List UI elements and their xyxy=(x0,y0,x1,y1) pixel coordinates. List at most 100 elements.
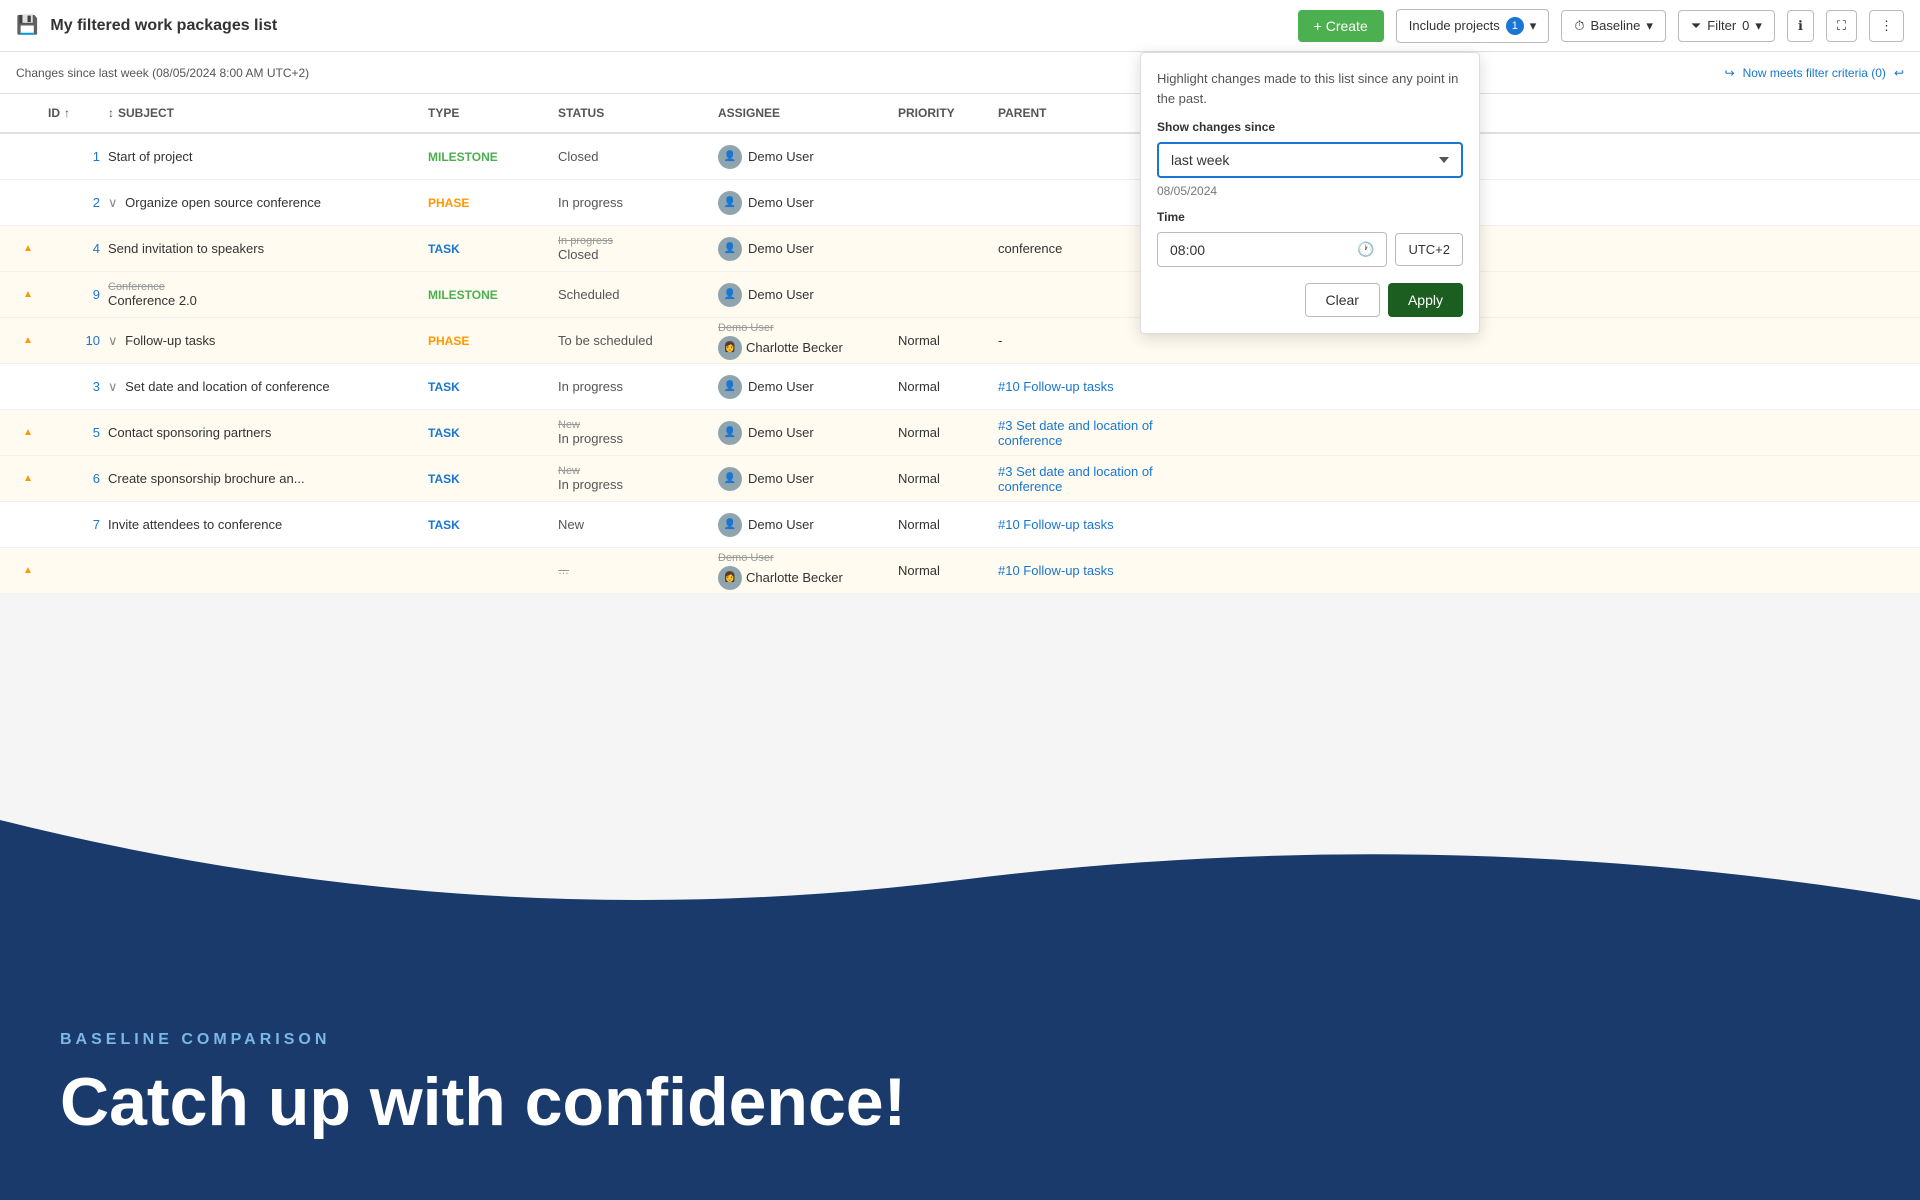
row-status: Closed xyxy=(558,149,718,164)
expand-icon[interactable]: ∨ xyxy=(108,333,118,348)
row-type: TASK xyxy=(428,426,558,440)
now-meets-label: Now meets filter criteria (0) xyxy=(1743,66,1886,80)
change-indicator-icon: ▲ xyxy=(23,289,33,300)
col-header-subject[interactable]: ↕ SUBJECT xyxy=(108,106,428,120)
old-assignee: Demo User xyxy=(718,322,774,334)
avatar: 👩 xyxy=(718,566,742,590)
row-status: In progress xyxy=(558,379,718,394)
row-id[interactable]: 1 xyxy=(48,149,108,164)
wave-svg xyxy=(0,820,1920,940)
clear-button[interactable]: Clear xyxy=(1305,283,1380,317)
row-id[interactable]: 7 xyxy=(48,517,108,532)
row-status: New In progress xyxy=(558,465,718,492)
col-id-label: ID xyxy=(48,106,60,120)
change-indicator-icon: ▲ xyxy=(23,427,33,438)
row-priority: Normal xyxy=(898,379,998,394)
time-input[interactable]: 08:00 🕐 xyxy=(1157,232,1387,267)
apply-button[interactable]: Apply xyxy=(1388,283,1463,317)
row-assignee: Demo User 👩 Charlotte Becker xyxy=(718,322,898,360)
row-status: … xyxy=(558,565,718,577)
row-id[interactable]: 3 xyxy=(48,379,108,394)
expand-icon[interactable]: ∨ xyxy=(108,379,118,394)
avatar: 👤 xyxy=(718,513,742,537)
sort-icon: ↑ xyxy=(64,106,70,120)
row-id[interactable]: 2 xyxy=(48,195,108,210)
more-icon: ⋮ xyxy=(1880,18,1893,34)
timezone-button[interactable]: UTC+2 xyxy=(1395,233,1463,266)
filter-count-badge: 0 xyxy=(1742,18,1749,33)
row-priority: Normal xyxy=(898,517,998,532)
row-type: TASK xyxy=(428,242,558,256)
col-header-status: STATUS xyxy=(558,106,718,120)
changes-text: Changes since last week (08/05/2024 8:00… xyxy=(16,66,309,80)
include-projects-label: Include projects xyxy=(1409,18,1500,33)
table-row: 7 Invite attendees to conference TASK Ne… xyxy=(0,502,1920,548)
row-status: New xyxy=(558,517,718,532)
row-subject: Contact sponsoring partners xyxy=(108,425,428,440)
old-status: New xyxy=(558,419,718,431)
fullscreen-icon: ⛶ xyxy=(1837,18,1846,34)
row-indicator: ▲ xyxy=(8,473,48,484)
row-id[interactable]: 6 xyxy=(48,471,108,486)
row-priority: Normal xyxy=(898,563,998,578)
more-options-button[interactable]: ⋮ xyxy=(1869,10,1904,42)
time-value: 08:00 xyxy=(1170,242,1205,258)
row-indicator: ▲ xyxy=(8,335,48,346)
row-subject: Create sponsorship brochure an... xyxy=(108,471,428,486)
baseline-button[interactable]: ⏱ Baseline ▾ xyxy=(1561,10,1666,42)
row-indicator: ▲ xyxy=(8,289,48,300)
row-status: To be scheduled xyxy=(558,333,718,348)
row-parent[interactable]: #3 Set date and location of conference xyxy=(998,464,1198,494)
col-header-type: TYPE xyxy=(428,106,558,120)
avatar: 👩 xyxy=(718,336,742,360)
row-id[interactable]: 4 xyxy=(48,241,108,256)
bottom-subtitle: BASELINE COMPARISON xyxy=(60,1031,906,1049)
create-button[interactable]: + Create xyxy=(1298,10,1384,42)
bottom-title: Catch up with confidence! xyxy=(60,1065,906,1140)
row-parent[interactable]: #10 Follow-up tasks xyxy=(998,563,1198,578)
chevron-down-icon: ▾ xyxy=(1530,18,1537,34)
table-row: 2 ∨ Organize open source conference PHAS… xyxy=(0,180,1920,226)
row-priority: Normal xyxy=(898,333,998,348)
fullscreen-button[interactable]: ⛶ xyxy=(1826,10,1857,42)
row-parent[interactable]: #10 Follow-up tasks xyxy=(998,379,1198,394)
row-type: TASK xyxy=(428,518,558,532)
info-button[interactable]: ℹ xyxy=(1787,10,1814,42)
row-assignee: 👤 Demo User xyxy=(718,283,898,307)
row-status: Scheduled xyxy=(558,287,718,302)
filter-button[interactable]: ⏷ Filter 0 ▾ xyxy=(1678,10,1775,42)
row-type: TASK xyxy=(428,472,558,486)
row-priority: Normal xyxy=(898,471,998,486)
table-row: ▲ 9 Conference Conference 2.0 MILESTONE … xyxy=(0,272,1920,318)
table-row: ▲ 6 Create sponsorship brochure an... TA… xyxy=(0,456,1920,502)
bottom-section: BASELINE COMPARISON Catch up with confid… xyxy=(0,820,1920,1200)
table-row: 3 ∨ Set date and location of conference … xyxy=(0,364,1920,410)
old-assignee: Demo User xyxy=(718,552,843,564)
table-row: ▲ 10 ∨ Follow-up tasks PHASE To be sched… xyxy=(0,318,1920,364)
expand-icon[interactable]: ∨ xyxy=(108,195,118,210)
row-parent[interactable]: #10 Follow-up tasks xyxy=(998,517,1198,532)
row-id[interactable]: 10 xyxy=(48,333,108,348)
row-id[interactable]: 9 xyxy=(48,287,108,302)
baseline-select[interactable]: last week last month last year a specifi… xyxy=(1157,142,1463,178)
col-subject-label: SUBJECT xyxy=(118,106,174,120)
row-parent[interactable]: #3 Set date and location of conference xyxy=(998,418,1198,448)
include-projects-badge: 1 xyxy=(1506,17,1524,35)
col-header-assignee: ASSIGNEE xyxy=(718,106,898,120)
row-subject: Invite attendees to conference xyxy=(108,517,428,532)
save-icon: 💾 xyxy=(16,15,38,36)
include-projects-button[interactable]: Include projects 1 ▾ xyxy=(1396,9,1550,43)
row-status: New In progress xyxy=(558,419,718,446)
col-header-id[interactable]: ID ↑ xyxy=(48,106,108,120)
row-id[interactable]: 5 xyxy=(48,425,108,440)
row-type: TASK xyxy=(428,380,558,394)
info-icon: ℹ xyxy=(1798,18,1803,34)
header-bar: 💾 My filtered work packages list + Creat… xyxy=(0,0,1920,52)
row-assignee: 👤 Demo User xyxy=(718,237,898,261)
col-header-priority: PRIORITY xyxy=(898,106,998,120)
row-type: PHASE xyxy=(428,196,558,210)
change-indicator-icon: ▲ xyxy=(23,565,33,576)
clock-icon: 🕐 xyxy=(1357,241,1374,258)
avatar: 👤 xyxy=(718,237,742,261)
row-assignee: 👤 Demo User xyxy=(718,467,898,491)
